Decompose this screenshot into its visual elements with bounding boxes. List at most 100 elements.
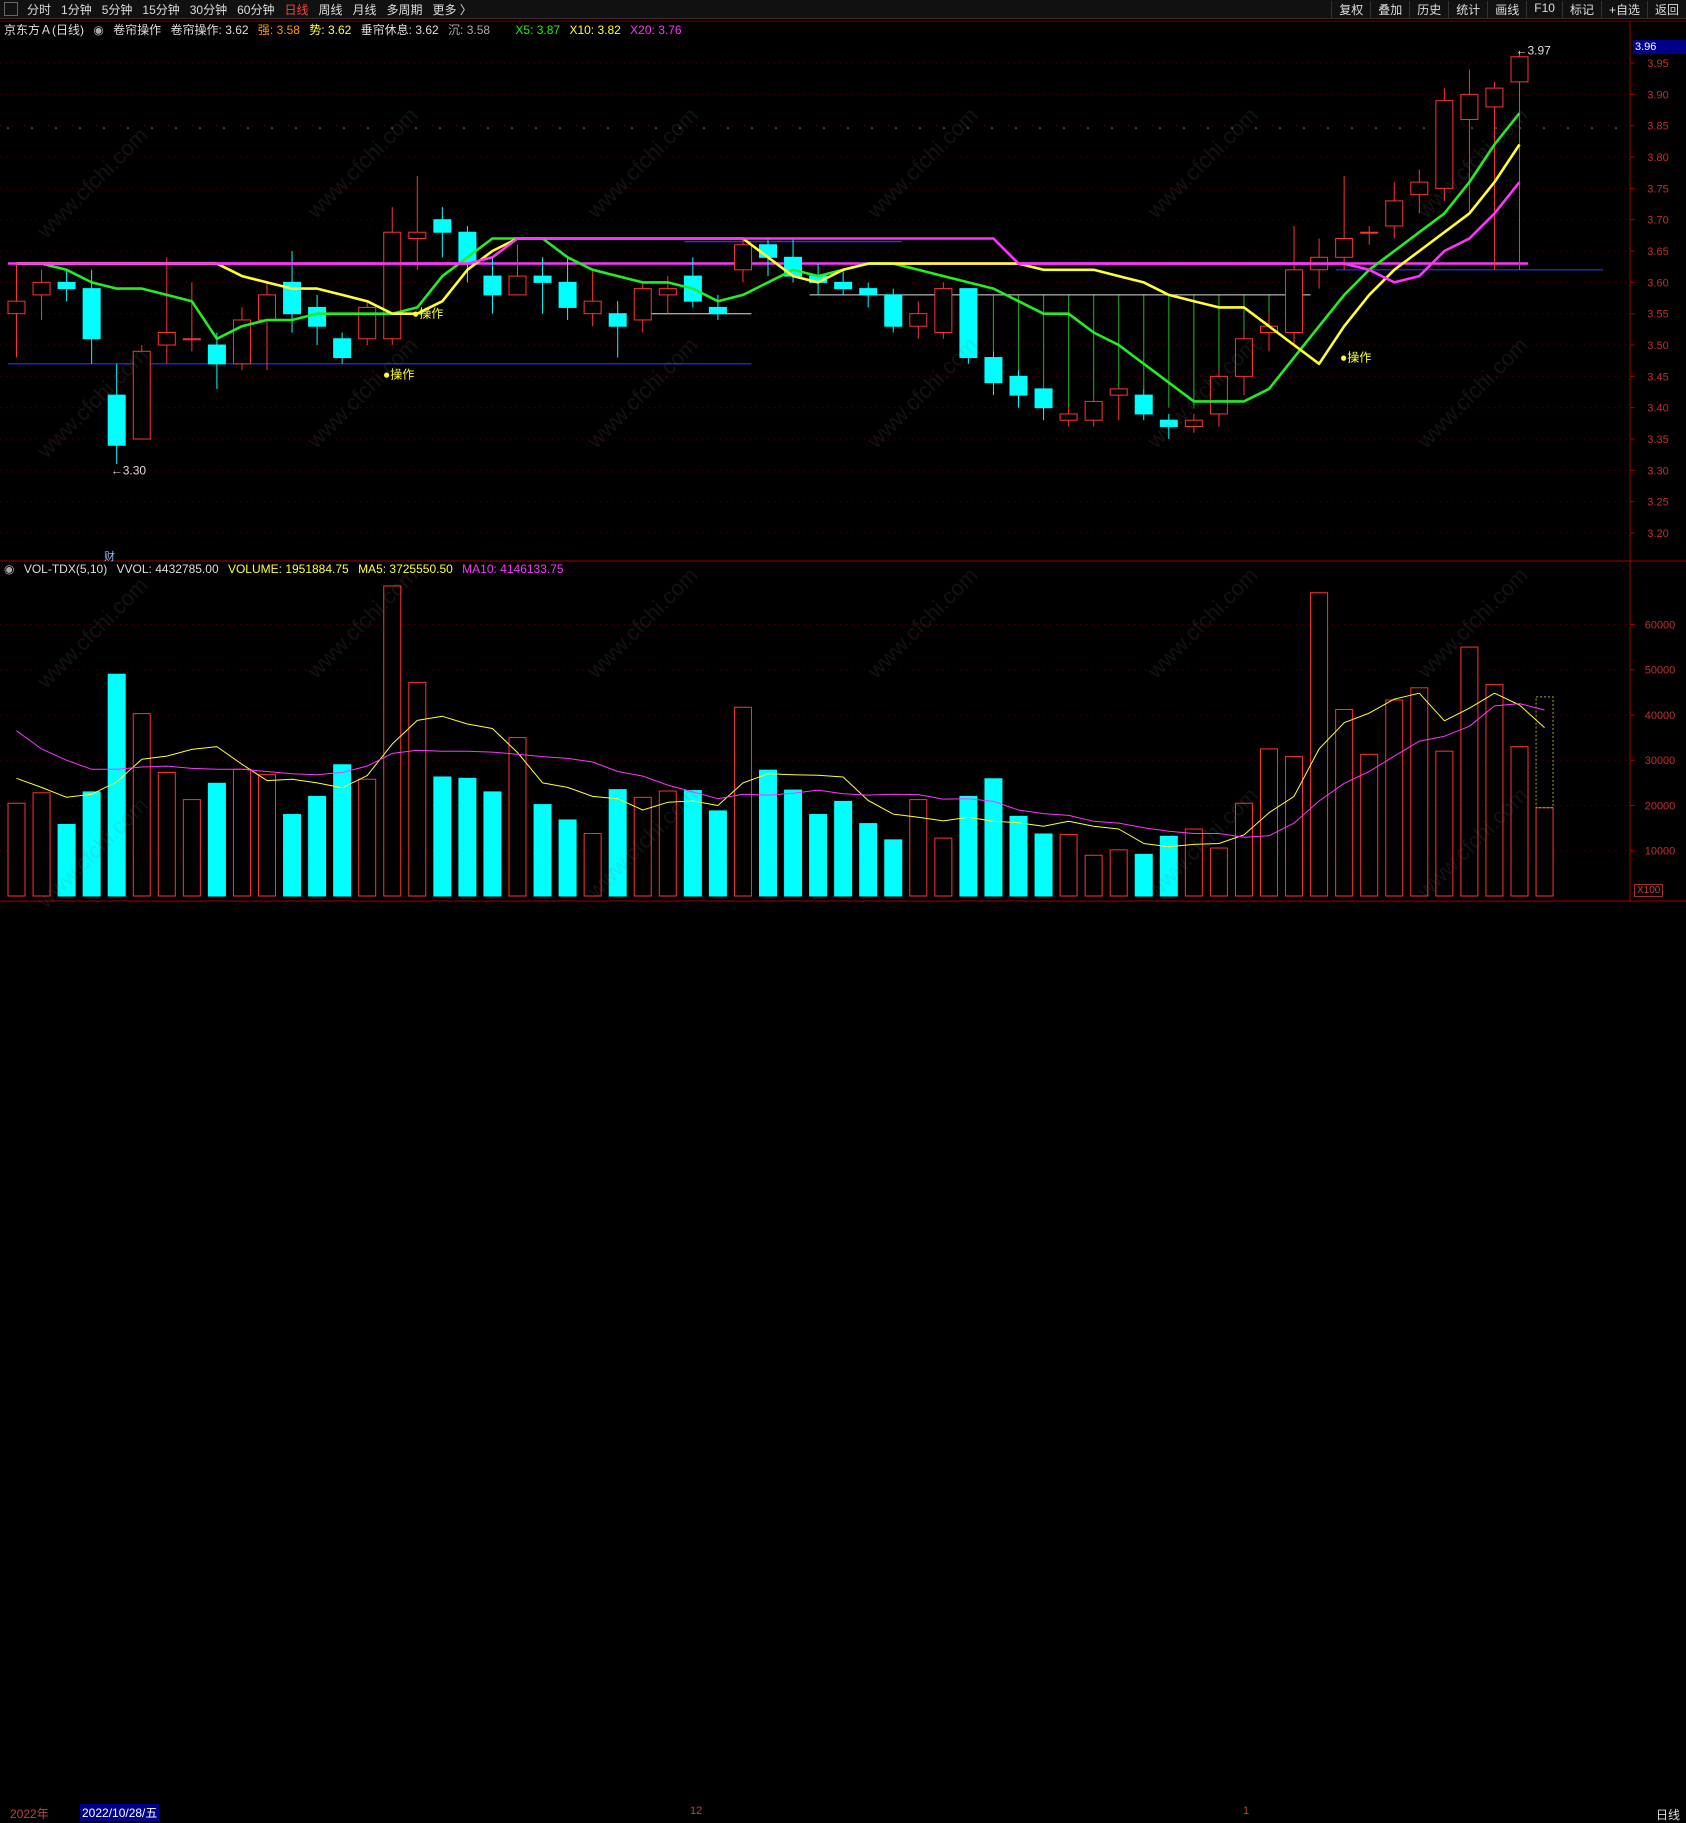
tool-button-4[interactable]: 画线 (1487, 0, 1526, 18)
guide-dot (199, 127, 201, 129)
guide-dot (127, 127, 129, 129)
volume-bar (1460, 646, 1479, 897)
volume-settings-icon[interactable]: ◉ (4, 562, 14, 576)
volume-bar (1109, 849, 1128, 897)
guide-dot (751, 127, 753, 129)
volume-tick-label: 40000 (1645, 710, 1676, 722)
volume-bar (1410, 687, 1429, 897)
volume-bar (1310, 592, 1329, 897)
tool-button-1[interactable]: 叠加 (1370, 0, 1409, 18)
guide-dot (1015, 127, 1017, 129)
indicator-name[interactable]: 卷帘操作 (113, 23, 161, 37)
period-tab-3[interactable]: 15分钟 (137, 1, 184, 18)
volume-bar (308, 795, 327, 897)
volume-legend: ◉ VOL-TDX(5,10) VVOL: 4432785.00 VOLUME:… (4, 562, 570, 576)
period-tab-2[interactable]: 5分钟 (97, 1, 138, 18)
candle-body (859, 288, 878, 296)
candle-body (608, 313, 627, 327)
guide-dot (1159, 127, 1161, 129)
volume-bar (658, 790, 677, 897)
guide-dot (415, 127, 417, 129)
candle-body (1034, 388, 1053, 409)
volume-bar (1335, 709, 1354, 897)
tool-button-3[interactable]: 统计 (1448, 0, 1487, 18)
legend-volume: VOLUME: 1951884.75 (227, 562, 349, 576)
volume-bar (1234, 802, 1253, 897)
period-tab-7[interactable]: 周线 (313, 1, 347, 18)
volume-bar (1134, 853, 1153, 897)
price-tick-label: 3.75 (1647, 183, 1668, 195)
volume-bar (759, 769, 777, 897)
volume-bar (408, 681, 427, 897)
candle-body (934, 288, 953, 333)
period-tab-0[interactable]: 分时 (22, 1, 56, 18)
price-tick-label: 3.25 (1647, 497, 1668, 509)
candle-body (759, 244, 777, 258)
candle-body (1109, 388, 1128, 396)
stock-title: 京东方Ａ(日线) (4, 23, 84, 37)
period-tab-6[interactable]: 日线 (279, 1, 313, 18)
guide-dot (895, 127, 897, 129)
app-menu-icon[interactable] (4, 2, 18, 16)
candle-body (7, 300, 26, 315)
tool-button-2[interactable]: 历史 (1409, 0, 1448, 18)
legend-x5: X5: 3.87 (515, 23, 561, 37)
period-tab-8[interactable]: 月线 (348, 1, 382, 18)
guide-dot (1207, 127, 1209, 129)
tool-button-0[interactable]: 复权 (1331, 0, 1370, 18)
guide-dot (439, 127, 441, 129)
period-tab-4[interactable]: 30分钟 (185, 1, 232, 18)
tool-button-6[interactable]: 标记 (1561, 0, 1601, 18)
month-tick: 12 (690, 1805, 703, 1817)
volume-bar (258, 774, 276, 897)
volume-bar (1435, 750, 1454, 897)
period-tab-9[interactable]: 多周期 (382, 1, 428, 18)
guide-dot (247, 127, 249, 129)
volume-bar (1034, 833, 1053, 897)
period-tab-5[interactable]: 60分钟 (232, 1, 279, 18)
guide-dot (847, 127, 849, 129)
guide-dot (1399, 127, 1401, 129)
guide-dot (679, 127, 681, 129)
guide-dot (1135, 127, 1137, 129)
candle-body (658, 288, 677, 296)
volume-bar (232, 768, 251, 897)
candle-body (984, 357, 1003, 384)
volume-bar (483, 791, 502, 897)
period-tab-10[interactable]: 更多 〉 (428, 1, 477, 18)
candle-body (1510, 56, 1529, 83)
guide-dot (727, 127, 729, 129)
candle-body (583, 300, 602, 315)
tool-buttons: 复权 叠加 历史 统计 画线 F10 标记 +自选 返回 (1331, 0, 1686, 18)
price-tick-label: 3.50 (1647, 340, 1668, 352)
candle-body (1435, 100, 1454, 189)
tool-button-7[interactable]: +自选 (1600, 0, 1647, 18)
candle-body (1460, 93, 1479, 120)
candle-body (909, 313, 928, 327)
month-tick: 1 (1243, 1805, 1250, 1817)
guide-dot (295, 127, 297, 129)
candle-body (433, 219, 452, 233)
volume-tick-label: 10000 (1645, 846, 1676, 858)
vol-indicator-name[interactable]: VOL-TDX(5,10) (24, 562, 107, 576)
candle-body (182, 338, 201, 341)
finance-marker[interactable]: 财 (104, 548, 115, 564)
volume-bar (1360, 753, 1379, 897)
indicator-settings-icon[interactable]: ◉ (93, 23, 103, 37)
candle-body (1360, 231, 1379, 234)
tool-button-8[interactable]: 返回 (1646, 0, 1686, 18)
tool-button-5[interactable]: F10 (1526, 0, 1562, 18)
guide-dot (919, 127, 921, 129)
price-tick-label: 3.90 (1647, 89, 1668, 101)
price-tick-label: 3.40 (1647, 403, 1668, 415)
candle-body (207, 344, 226, 365)
candle-body (1134, 394, 1153, 415)
guide-dot (1615, 127, 1617, 129)
period-toolbar: 分时 1分钟 5分钟 15分钟 30分钟 60分钟 日线 周线 月线 多周期 更多 〉 复权 叠加 历史… (0, 0, 1686, 19)
view-mode-label[interactable]: 日线 (1656, 1806, 1680, 1823)
guide-dot (271, 127, 273, 129)
guide-dot (607, 127, 609, 129)
period-tab-1[interactable]: 1分钟 (56, 1, 97, 18)
year-label: 2022年 (10, 1807, 49, 1821)
price-tick-label: 3.65 (1647, 246, 1668, 258)
